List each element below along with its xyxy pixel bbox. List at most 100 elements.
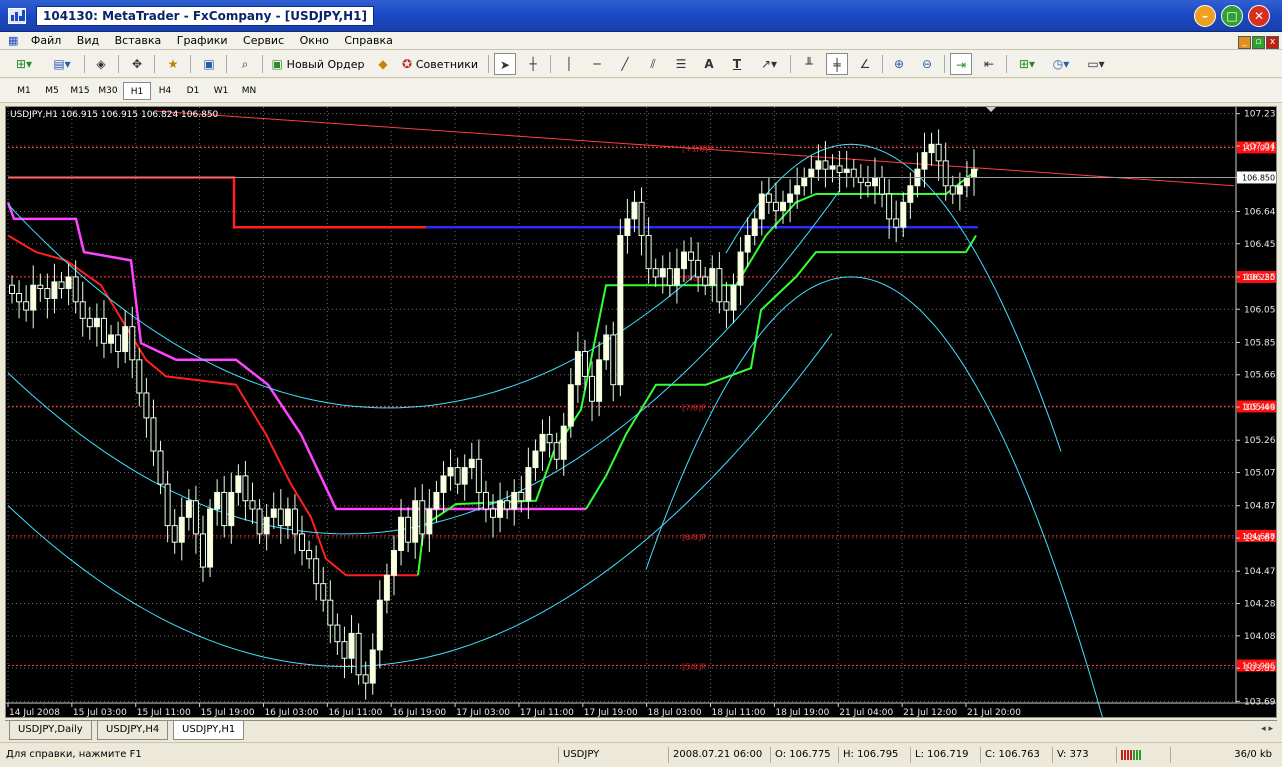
text-tool-icon[interactable]: A: [698, 53, 720, 75]
tab-usdjpy-h1[interactable]: USDJPY,H1: [173, 721, 245, 740]
autoscroll-icon[interactable]: ⇥: [950, 53, 972, 75]
mdi-close-icon[interactable]: x: [1266, 36, 1279, 49]
y-tick-label: 104.870: [1244, 502, 1277, 512]
menu-file[interactable]: Файл: [25, 32, 67, 49]
candle-body: [419, 500, 426, 535]
market-watch-icon[interactable]: ◈: [90, 53, 112, 75]
title-bar[interactable]: 104130: MetaTrader - FxCompany - [USDJPY…: [0, 0, 1282, 32]
profiles-icon[interactable]: ▤▾: [46, 53, 78, 75]
chart-header: USDJPY,H1 106.915 106.915 106.824 106.85…: [10, 110, 219, 120]
zoom-in-icon[interactable]: ⊕: [888, 53, 910, 75]
tab-scroll-icon[interactable]: ◂ ▸: [1261, 724, 1273, 734]
y-tick-label: 107.235: [1244, 110, 1277, 120]
candle-body: [497, 500, 504, 518]
price-chart[interactable]: [+1/8]P 107.031[8/8]P 106.250[7/8]P 105.469…: [6, 107, 1277, 718]
candle-body: [341, 641, 348, 659]
tf-m1[interactable]: M1: [10, 82, 38, 100]
horizontal-line-icon[interactable]: ─: [586, 53, 608, 75]
candle-body: [9, 284, 15, 295]
status-bar: Для справки, нажмите F1 USDJPY 2008.07.2…: [0, 742, 1282, 766]
tf-mn[interactable]: MN: [235, 82, 263, 100]
candle-body: [758, 193, 765, 220]
tf-m30[interactable]: M30: [94, 82, 122, 100]
tab-usdjpy-h4[interactable]: USDJPY,H4: [97, 721, 169, 740]
y-tick-label: 104.085: [1244, 632, 1277, 642]
candle-body: [886, 193, 893, 220]
templates-icon[interactable]: ▭▾: [1080, 53, 1112, 75]
warning-icon[interactable]: ◆: [372, 53, 394, 75]
mdi-restore-icon[interactable]: ▫: [1252, 36, 1265, 49]
maximize-button[interactable]: □: [1221, 5, 1243, 27]
trendline-icon[interactable]: ╱: [614, 53, 636, 75]
candle-body: [214, 491, 221, 510]
minimize-button[interactable]: –: [1194, 5, 1216, 27]
new-chart-icon[interactable]: ⊞▾: [8, 53, 40, 75]
menu-charts[interactable]: Графики: [171, 32, 234, 49]
candle-body: [23, 301, 30, 311]
chart-shift-icon[interactable]: ⇤: [978, 53, 1000, 75]
candle-body: [560, 425, 567, 460]
candle-body: [935, 143, 942, 162]
fibonacci-icon[interactable]: ☰: [670, 53, 692, 75]
new-order-button[interactable]: ▣ Новый Ордер: [268, 53, 368, 75]
candle-body: [320, 583, 327, 601]
y-tick-label: 106.055: [1244, 305, 1277, 315]
menu-view[interactable]: Вид: [71, 32, 105, 49]
channel-icon[interactable]: ⫽: [642, 53, 664, 75]
menu-window[interactable]: Окно: [294, 32, 335, 49]
tab-usdjpy-daily[interactable]: USDJPY,Daily: [9, 721, 92, 740]
status-volume: V: 373: [1052, 747, 1089, 763]
tf-d1[interactable]: D1: [179, 82, 207, 100]
x-tick-label: 18 Jul 03:00: [648, 708, 702, 718]
mdi-minimize-icon[interactable]: _: [1238, 36, 1251, 49]
candle-body: [907, 185, 914, 203]
candle-body: [242, 475, 249, 502]
candle-body: [30, 284, 37, 311]
line-chart-icon[interactable]: ∠: [854, 53, 876, 75]
x-tick-label: 18 Jul 19:00: [775, 708, 829, 718]
experts-button[interactable]: ✪ Советники: [398, 53, 482, 75]
candle-body: [390, 549, 397, 576]
candle-body: [596, 359, 603, 402]
candle-body: [794, 185, 801, 195]
tf-m15[interactable]: M15: [66, 82, 94, 100]
status-help: Для справки, нажмите F1: [6, 749, 142, 760]
candle-body: [178, 516, 185, 543]
periods-icon[interactable]: ◷▾: [1046, 53, 1076, 75]
vertical-line-icon[interactable]: │: [558, 53, 580, 75]
favorites-icon[interactable]: ★: [162, 53, 184, 75]
cursor-icon[interactable]: ➤: [494, 53, 516, 75]
candle-body: [518, 491, 525, 502]
terminal-icon[interactable]: ▣: [198, 53, 220, 75]
candle-body: [412, 500, 419, 543]
candle-body: [787, 193, 794, 203]
close-button[interactable]: ✕: [1248, 5, 1270, 27]
document-icon[interactable]: ▦: [0, 32, 21, 49]
candle-body: [100, 317, 107, 344]
candlestick-icon[interactable]: ╪: [826, 53, 848, 75]
menu-tools[interactable]: Сервис: [237, 32, 290, 49]
zoom-out-icon[interactable]: ⊖: [916, 53, 938, 75]
text-label-icon[interactable]: T: [726, 53, 748, 75]
bar-chart-icon[interactable]: ╨: [798, 53, 820, 75]
tf-h4[interactable]: H4: [151, 82, 179, 100]
crosshair-icon[interactable]: ┼: [522, 53, 544, 75]
candle-body: [65, 276, 72, 290]
menu-help[interactable]: Справка: [338, 32, 398, 49]
cyan-channel-middle: [7, 189, 841, 535]
candle-body: [348, 632, 355, 659]
candle-body: [129, 326, 136, 361]
candle-body: [638, 201, 645, 236]
y-tick-label: 105.465: [1244, 403, 1277, 413]
navigator-icon[interactable]: ✥: [126, 53, 148, 75]
tf-m5[interactable]: M5: [38, 82, 66, 100]
chart-shift-marker-icon: [986, 107, 996, 112]
indicators-icon[interactable]: ⊞▾: [1012, 53, 1042, 75]
arrows-icon[interactable]: ↗▾: [754, 53, 784, 75]
strategy-tester-icon[interactable]: ⌕: [234, 53, 256, 75]
tf-w1[interactable]: W1: [207, 82, 235, 100]
menu-insert[interactable]: Вставка: [109, 32, 168, 49]
tf-h1[interactable]: H1: [123, 82, 151, 100]
candle-body: [207, 508, 214, 568]
chart-window[interactable]: [+1/8]P 107.031 [8/8]P 106.250 [7/8]P 105.469…: [5, 106, 1277, 718]
